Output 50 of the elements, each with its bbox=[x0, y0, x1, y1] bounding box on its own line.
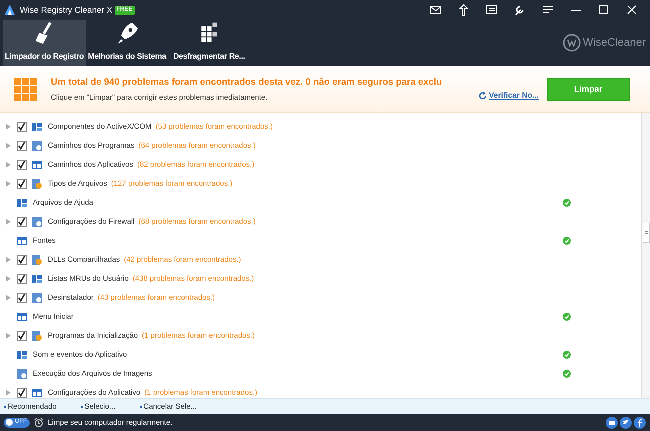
checkbox[interactable] bbox=[17, 160, 27, 170]
category-icon bbox=[16, 348, 28, 360]
checkbox[interactable] bbox=[17, 216, 27, 226]
checkbox[interactable] bbox=[17, 122, 27, 132]
category-icon bbox=[31, 158, 43, 170]
ok-check-icon bbox=[563, 198, 571, 206]
category-icon bbox=[31, 292, 43, 304]
category-icon bbox=[16, 196, 28, 208]
ok-check-icon bbox=[563, 312, 571, 320]
window-title: Wise Registry Cleaner X bbox=[20, 4, 113, 16]
tab[interactable]: Melhorias do Sistema bbox=[86, 20, 168, 66]
scrollbar[interactable] bbox=[641, 113, 650, 398]
alarm-clock-icon bbox=[34, 418, 44, 428]
close-icon[interactable] bbox=[625, 4, 639, 16]
logo-icon bbox=[4, 4, 16, 16]
checkbox[interactable] bbox=[17, 140, 27, 150]
checkbox[interactable] bbox=[17, 388, 27, 398]
category-icon bbox=[16, 310, 28, 322]
tab[interactable]: Limpador do Registro bbox=[3, 20, 86, 66]
grid-icon bbox=[14, 78, 37, 100]
brand-name: WiseCleaner bbox=[583, 36, 646, 51]
email-share-icon[interactable] bbox=[606, 416, 618, 428]
category-icon bbox=[31, 120, 43, 132]
tab[interactable]: Desfragmentar Re... bbox=[168, 20, 250, 66]
ok-check-icon bbox=[563, 370, 571, 378]
maximize-icon[interactable] bbox=[597, 4, 611, 16]
mail-icon[interactable] bbox=[429, 4, 443, 16]
twitter-icon[interactable] bbox=[620, 416, 632, 428]
category-icon bbox=[31, 140, 43, 152]
category-icon bbox=[31, 254, 43, 266]
refresh-icon bbox=[479, 92, 488, 100]
chat-icon[interactable] bbox=[485, 4, 499, 16]
ok-check-icon bbox=[563, 236, 571, 244]
scroll-thumb-icon[interactable] bbox=[643, 223, 650, 243]
checkbox[interactable] bbox=[17, 292, 27, 302]
category-icon bbox=[31, 330, 43, 342]
category-icon bbox=[16, 234, 28, 246]
category-icon bbox=[31, 216, 43, 228]
checkbox[interactable] bbox=[17, 274, 27, 284]
summary-headline: Um total de 940 problemas foram encontrados desta vez. 0 não eram seguros para exclu bbox=[51, 76, 442, 90]
facebook-icon[interactable] bbox=[634, 416, 646, 428]
category-icon bbox=[31, 272, 43, 284]
category-icon bbox=[31, 178, 43, 190]
ok-check-icon bbox=[563, 350, 571, 358]
brand-logo-icon bbox=[563, 34, 582, 52]
checkbox[interactable] bbox=[17, 330, 27, 340]
checkbox[interactable] bbox=[17, 178, 27, 188]
category-icon bbox=[16, 368, 28, 380]
checkbox[interactable] bbox=[17, 254, 27, 264]
menu-icon[interactable] bbox=[541, 4, 555, 16]
